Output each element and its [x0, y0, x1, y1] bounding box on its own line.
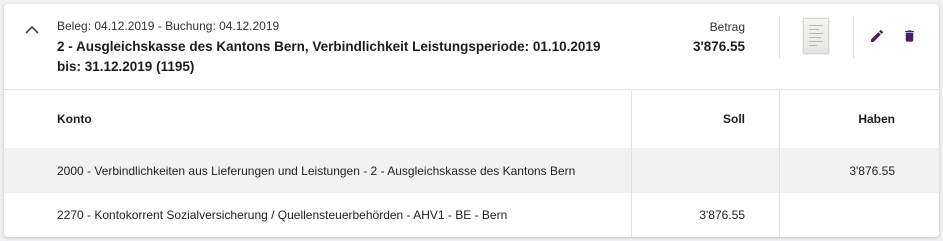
amount-label: Betrag: [709, 20, 745, 34]
column-header-haben: Haben: [779, 90, 939, 148]
amount-value: 3'876.55: [692, 39, 745, 54]
table-row: 2270 - Kontokorrent Sozialversicherung /…: [4, 193, 939, 237]
table-header-row: Konto Soll Haben: [4, 90, 939, 148]
delete-button[interactable]: [899, 26, 919, 46]
divider: [853, 16, 854, 58]
trash-icon: [904, 30, 914, 42]
entry-title: 2 - Ausgleichskasse des Kantons Bern, Ve…: [57, 39, 601, 74]
journal-entry-card: Beleg: 04.12.2019 - Buchung: 04.12.2019 …: [4, 4, 939, 237]
document-thumbnail[interactable]: [803, 18, 829, 54]
entry-header: Beleg: 04.12.2019 - Buchung: 04.12.2019 …: [4, 4, 939, 90]
entry-dates: Beleg: 04.12.2019 - Buchung: 04.12.2019: [57, 19, 280, 33]
table-row: 2000 - Verbindlichkeiten aus Lieferungen…: [4, 148, 939, 193]
cell-soll: [631, 148, 779, 193]
collapse-toggle[interactable]: [22, 22, 42, 38]
chevron-up-icon: [25, 25, 39, 34]
cell-konto: 2000 - Verbindlichkeiten aus Lieferungen…: [57, 163, 576, 178]
cell-soll: 3'876.55: [631, 193, 779, 237]
column-header-soll: Soll: [631, 90, 779, 148]
booking-lines-table: Konto Soll Haben 2000 - Verbindlichkeite…: [4, 90, 939, 237]
edit-button[interactable]: [867, 26, 887, 46]
divider: [779, 16, 780, 58]
column-header-konto: Konto: [57, 112, 92, 126]
pencil-icon: [871, 29, 884, 42]
cell-haben: 3'876.55: [779, 148, 939, 193]
cell-haben: [779, 193, 939, 237]
cell-konto: 2270 - Kontokorrent Sozialversicherung /…: [57, 208, 508, 222]
